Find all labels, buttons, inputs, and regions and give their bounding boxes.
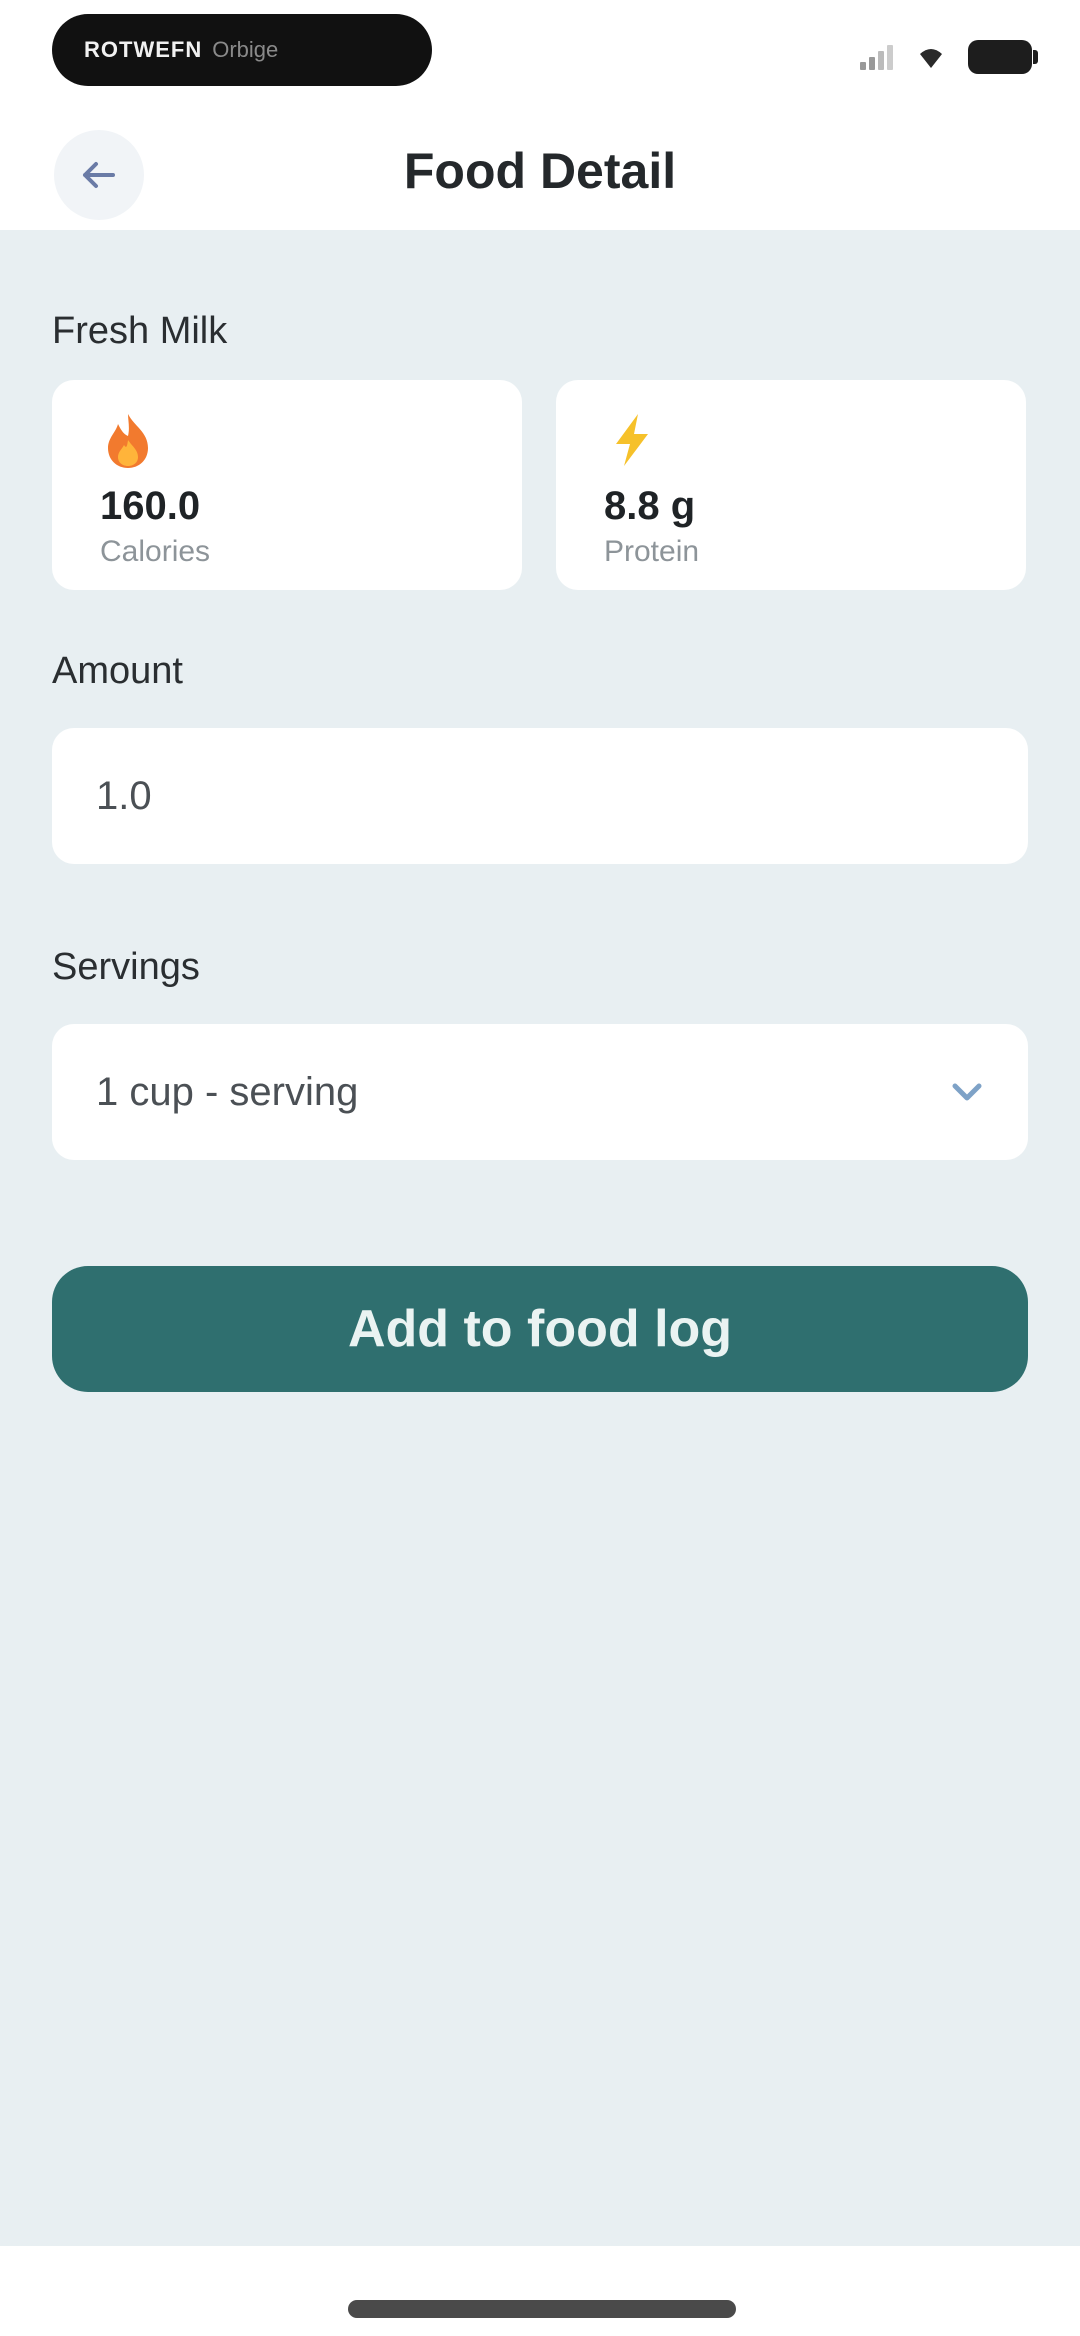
protein-label: Protein	[604, 535, 700, 568]
amount-value: 1.0	[96, 773, 152, 818]
lightning-icon	[616, 414, 648, 466]
page-title: Food Detail	[403, 143, 677, 199]
add-to-food-log-button[interactable]: Add to food log	[52, 1266, 1028, 1392]
bottom-bar	[0, 2246, 1080, 2336]
content-area: Fresh Milk 160.0 Calories 8.8 g Protein …	[0, 230, 1080, 2246]
pill-text: ROTWEFN	[84, 37, 203, 62]
chevron-down-icon	[952, 1083, 982, 1101]
fire-icon	[108, 414, 148, 468]
amount-label: Amount	[52, 650, 183, 692]
wifi-icon	[920, 49, 942, 68]
status-bar: ROTWEFN Orbige	[0, 0, 1080, 120]
calories-card: 160.0 Calories	[52, 380, 522, 590]
servings-label: Servings	[52, 946, 200, 988]
amount-input[interactable]: 1.0	[52, 728, 1028, 864]
cellular-signal-icon	[860, 45, 893, 70]
protein-value: 8.8 g	[604, 484, 696, 528]
pill-subtext: Orbige	[212, 37, 279, 62]
header: Food Detail	[0, 120, 1080, 230]
home-indicator[interactable]	[348, 2300, 736, 2318]
servings-value: 1 cup - serving	[96, 1069, 359, 1114]
servings-select[interactable]: 1 cup - serving	[52, 1024, 1028, 1160]
protein-card: 8.8 g Protein	[556, 380, 1026, 590]
dynamic-island-pill: ROTWEFN Orbige	[52, 14, 432, 86]
status-icons	[860, 40, 1038, 74]
calories-label: Calories	[100, 535, 211, 568]
calories-value: 160.0	[100, 484, 201, 528]
food-name: Fresh Milk	[52, 310, 228, 352]
battery-icon	[968, 40, 1038, 74]
